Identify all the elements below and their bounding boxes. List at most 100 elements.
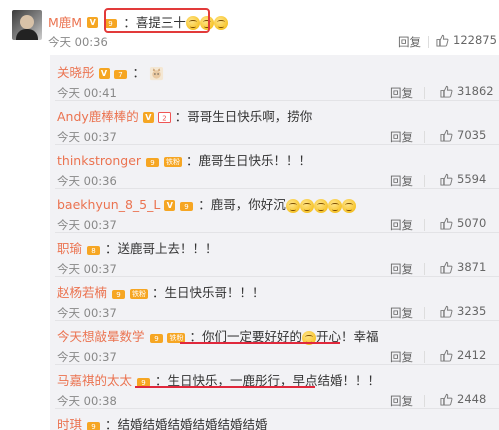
timestamp: 今天 00:41 — [57, 86, 117, 100]
author-name[interactable]: baekhyun_8_5_L — [57, 197, 160, 212]
reply-line: thinkstronger 9 铁粉 ：鹿哥生日快乐！！！ — [57, 150, 311, 169]
row-divider — [55, 364, 499, 365]
thumbs-up-icon — [440, 393, 453, 406]
laugh-emoji-icon — [285, 198, 300, 213]
comment-text: 送鹿哥上去！！！ — [117, 241, 218, 256]
row-divider — [55, 320, 499, 321]
crown-icon: 9 — [146, 157, 160, 167]
thumbs-up-icon — [440, 129, 453, 142]
comment-text: 生日快乐哥！！！ — [164, 285, 265, 300]
thumbs-up-icon — [440, 349, 453, 362]
level-badge-icon: 2 — [157, 112, 171, 123]
colon: ： — [186, 153, 199, 168]
like-button[interactable]: 31862 — [440, 84, 494, 98]
like-count: 5594 — [457, 172, 487, 186]
divider — [424, 307, 425, 319]
like-count: 2448 — [457, 392, 487, 406]
highlight-box — [104, 8, 210, 33]
like-count: 3871 — [457, 260, 487, 274]
row-divider — [55, 188, 499, 189]
divider — [428, 36, 429, 48]
comment-text: 结婚结婚结婚结婚结婚结婚 — [117, 417, 268, 430]
author-name[interactable]: thinkstronger — [57, 153, 141, 168]
reply-line: Andy鹿棒棒的 V 2 ：哥哥生日快乐啊，捞你 — [57, 106, 312, 125]
laugh-emoji-icon — [327, 198, 342, 213]
divider — [424, 263, 425, 275]
like-button[interactable]: 5070 — [440, 216, 486, 230]
author-name[interactable]: 关晓彤 — [57, 65, 95, 80]
timestamp: 今天 00:37 — [57, 350, 117, 364]
cat-emoji-icon — [149, 66, 164, 81]
highlight-underline — [135, 386, 315, 388]
svg-text:8: 8 — [91, 247, 95, 255]
like-button[interactable]: 2412 — [440, 348, 486, 362]
row-divider — [55, 232, 499, 233]
author-name[interactable]: Andy鹿棒棒的 — [57, 109, 139, 124]
divider — [424, 351, 425, 363]
like-count: 31862 — [457, 84, 494, 98]
comment-text: 哥哥生日快乐啊，捞你 — [187, 109, 313, 124]
svg-text:9: 9 — [150, 159, 154, 167]
colon: ： — [174, 109, 188, 124]
colon: ： — [132, 65, 145, 80]
like-button[interactable]: 7035 — [440, 128, 486, 142]
timestamp: 今天 00:37 — [57, 218, 117, 232]
reply-button[interactable]: 回复 — [390, 129, 413, 145]
author-name[interactable]: 时琪 — [57, 417, 82, 430]
thumbs-up-icon — [440, 305, 453, 318]
author-name[interactable]: 马嘉祺的太太 — [57, 373, 132, 388]
svg-text:9: 9 — [154, 335, 158, 343]
author-name[interactable]: 今天想敲晕数学 — [57, 329, 145, 344]
laugh-emoji-icon — [341, 198, 356, 213]
divider — [424, 131, 425, 143]
colon: ： — [104, 417, 118, 430]
thumbs-up-icon — [440, 261, 453, 274]
author-name[interactable]: M鹿M — [48, 15, 82, 30]
colon: ： — [198, 197, 211, 212]
like-count: 2412 — [457, 348, 487, 362]
like-button[interactable]: 3235 — [440, 304, 486, 318]
reply-button[interactable]: 回复 — [398, 34, 421, 50]
author-name[interactable]: 职瑜 — [57, 241, 82, 256]
like-button[interactable]: 2448 — [440, 392, 486, 406]
row-divider — [55, 408, 499, 409]
like-button[interactable]: 122875 — [436, 33, 497, 47]
svg-text:2: 2 — [162, 115, 166, 123]
timestamp: 今天 00:37 — [57, 306, 117, 320]
reply-button[interactable]: 回复 — [390, 393, 413, 409]
colon: ： — [104, 241, 118, 256]
reply-button[interactable]: 回复 — [390, 173, 413, 189]
reply-line: 赵杨若楠 9 铁粉 ：生日快乐哥！！！ — [57, 282, 265, 301]
reply-line: 关晓彤 V 7 ： — [57, 62, 164, 81]
crown-icon: 8 — [87, 245, 100, 255]
fan-badge: 铁粉 — [129, 288, 148, 299]
colon: ： — [151, 285, 165, 300]
reply-button[interactable]: 回复 — [390, 349, 413, 365]
divider — [424, 395, 425, 407]
like-button[interactable]: 3871 — [440, 260, 486, 274]
comment-text: 鹿哥生日快乐！！！ — [198, 153, 312, 168]
laugh-emoji-icon — [299, 198, 314, 213]
reply-button[interactable]: 回复 — [390, 305, 413, 321]
crown-icon: 7 — [114, 69, 128, 79]
timestamp: 今天 00:36 — [57, 174, 117, 188]
row-divider — [55, 276, 499, 277]
like-count: 5070 — [457, 216, 487, 230]
reply-button[interactable]: 回复 — [390, 85, 413, 101]
like-button[interactable]: 5594 — [440, 172, 486, 186]
divider — [424, 87, 425, 99]
divider — [424, 219, 425, 231]
svg-text:7: 7 — [119, 71, 123, 79]
author-name[interactable]: 赵杨若楠 — [57, 285, 107, 300]
row-divider — [55, 144, 499, 145]
timestamp: 今天 00:37 — [57, 130, 117, 144]
svg-text:9: 9 — [91, 423, 95, 430]
avatar[interactable] — [12, 10, 42, 40]
thumbs-up-icon — [440, 85, 453, 98]
reply-line: 时琪 9 ：结婚结婚结婚结婚结婚结婚 — [57, 414, 268, 430]
verified-icon: V — [98, 68, 110, 79]
reply-button[interactable]: 回复 — [390, 217, 413, 233]
verified-icon: V — [164, 200, 176, 211]
reply-button[interactable]: 回复 — [390, 261, 413, 277]
svg-text:9: 9 — [116, 291, 120, 299]
